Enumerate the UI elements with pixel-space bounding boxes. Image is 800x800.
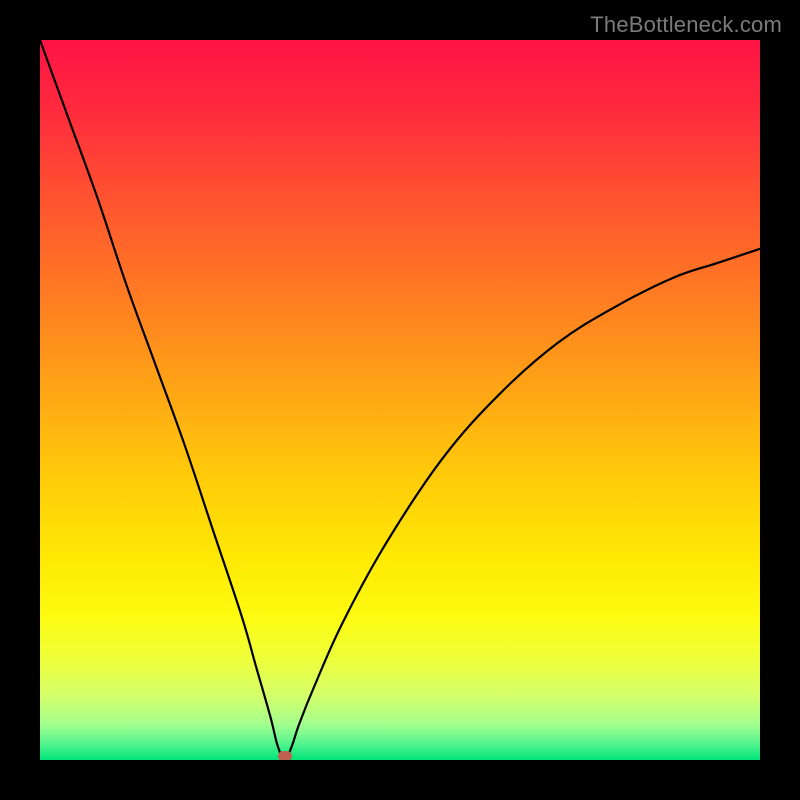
plot-area [40, 40, 760, 760]
watermark-text: TheBottleneck.com [590, 12, 782, 38]
bottleneck-curve [40, 40, 760, 760]
chart-frame: TheBottleneck.com [0, 0, 800, 800]
optimum-marker [278, 751, 292, 760]
